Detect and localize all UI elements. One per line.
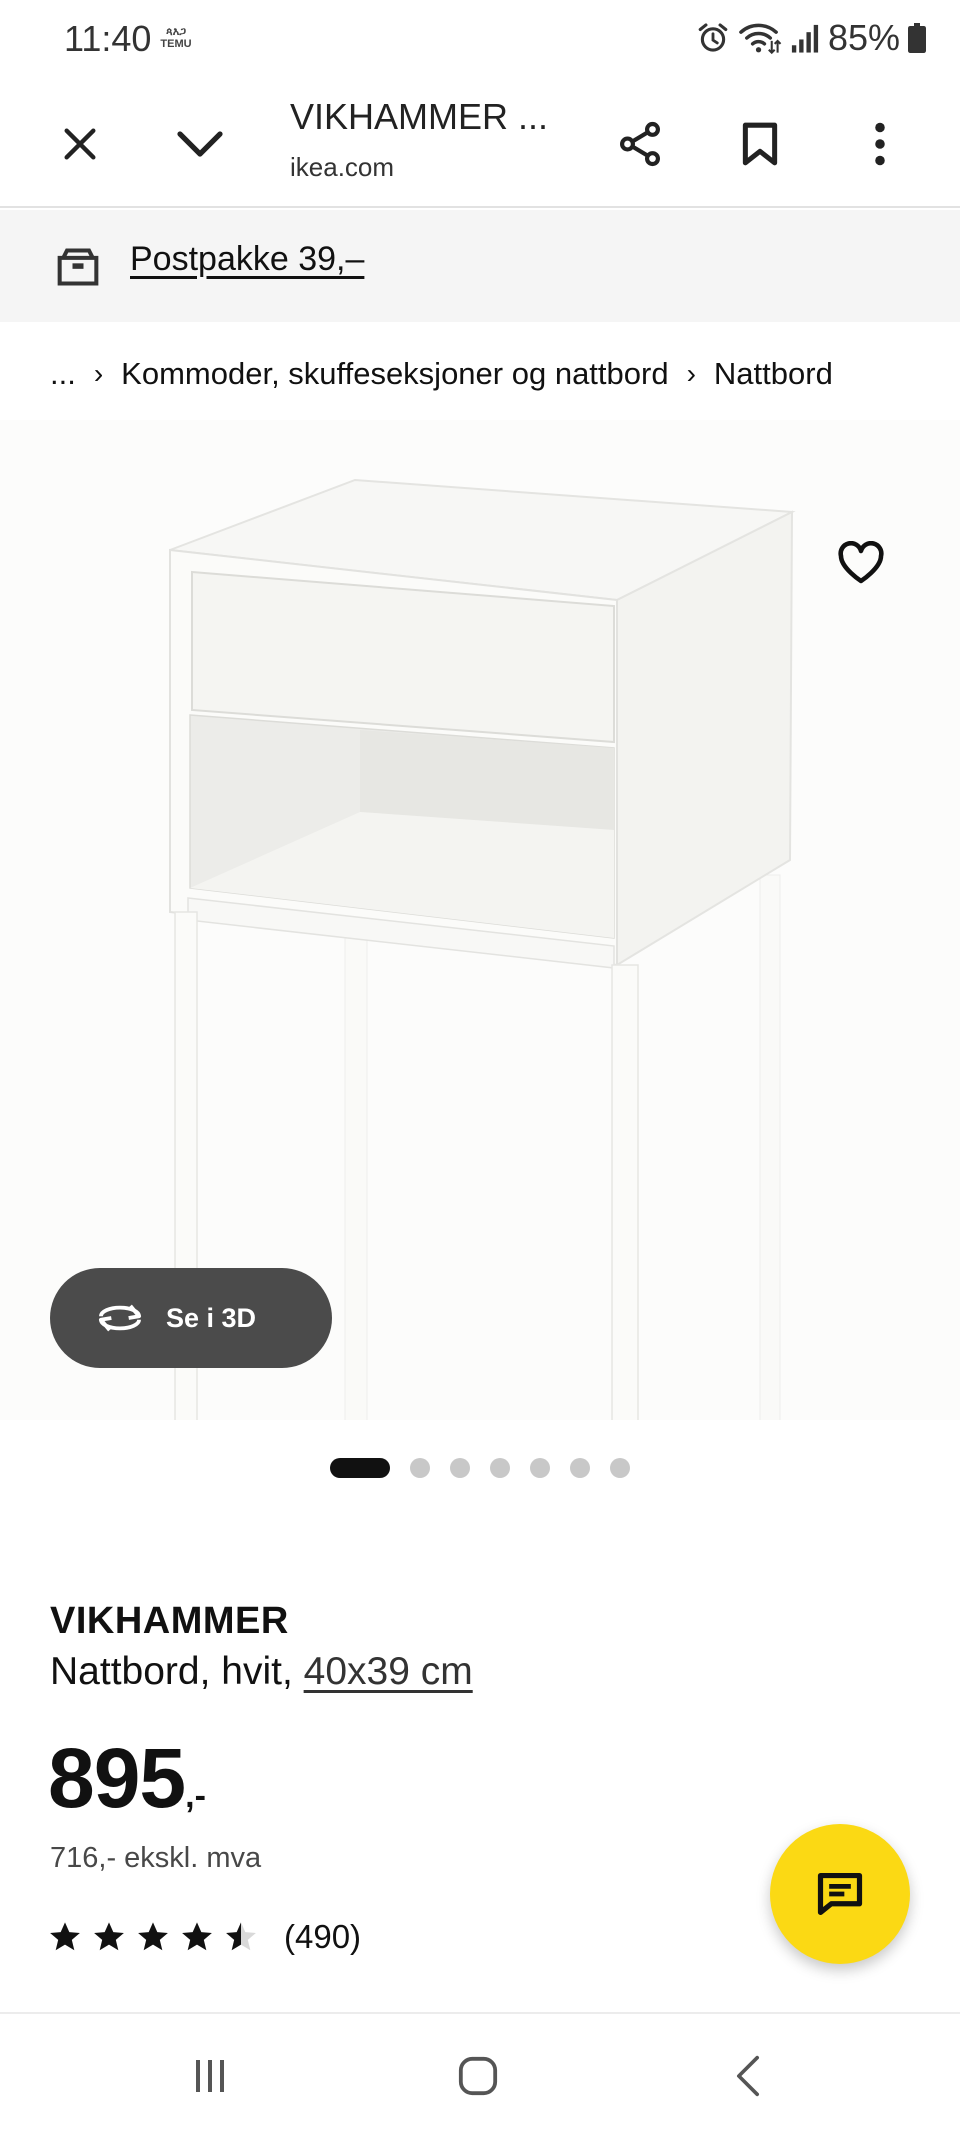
star-full-icon xyxy=(182,1922,212,1951)
battery-icon xyxy=(908,23,926,53)
price-suffix: ,- xyxy=(185,1777,206,1815)
view-in-3d-button[interactable]: Se i 3D xyxy=(50,1268,332,1368)
carousel-dot-2[interactable] xyxy=(410,1458,430,1478)
product-type: Nattbord, hvit, xyxy=(50,1650,293,1693)
share-icon xyxy=(620,121,660,167)
recent-apps-icon xyxy=(196,2060,224,2092)
minimize-button[interactable] xyxy=(164,108,236,180)
product-rating[interactable]: (490) xyxy=(48,1918,361,1956)
system-navigation-bar xyxy=(0,2012,960,2133)
battery-percentage: 85% xyxy=(827,17,900,58)
carousel-dot-4[interactable] xyxy=(490,1458,510,1478)
recent-apps-button[interactable] xyxy=(170,2044,250,2108)
status-bar: 11:40 ጳእጋ TEMU 85% xyxy=(0,0,960,80)
close-tab-button[interactable] xyxy=(44,108,116,180)
signal-icon xyxy=(791,24,819,53)
back-button[interactable] xyxy=(708,2044,788,2108)
product-description: Nattbord, hvit, 40x39 cm xyxy=(50,1650,473,1694)
box-icon xyxy=(56,246,100,293)
bookmark-button[interactable] xyxy=(724,108,796,180)
breadcrumb: ... › Kommoder, skuffeseksjoner og nattb… xyxy=(50,356,833,392)
carousel-dot-5[interactable] xyxy=(530,1458,550,1478)
chat-icon xyxy=(817,1872,863,1916)
star-full-icon xyxy=(50,1922,80,1951)
breadcrumb-item-dressers[interactable]: Kommoder, skuffeseksjoner og nattbord xyxy=(121,356,668,392)
back-icon xyxy=(736,2055,759,2097)
carousel-dot-1[interactable] xyxy=(330,1458,390,1478)
page-title[interactable]: VIKHAMMER ... xyxy=(290,96,548,138)
more-options-button[interactable] xyxy=(844,108,916,180)
product-size-link[interactable]: 40x39 cm xyxy=(304,1650,473,1693)
more-vert-icon xyxy=(875,122,885,166)
temu-notification-icon: ጳእጋ TEMU xyxy=(160,26,192,50)
price-ex-vat: 716,- ekskl. mva xyxy=(50,1842,262,1874)
share-button[interactable] xyxy=(604,108,676,180)
bookmark-icon xyxy=(742,122,778,166)
rotate-3d-icon xyxy=(99,1304,141,1332)
chevron-right-icon: › xyxy=(93,358,104,389)
rating-count[interactable]: (490) xyxy=(284,1918,361,1956)
star-full-icon xyxy=(94,1922,124,1951)
product-price: 895,- xyxy=(48,1730,206,1827)
status-indicators: 85% xyxy=(696,16,926,60)
star-half-icon xyxy=(226,1922,256,1951)
chat-button[interactable] xyxy=(770,1824,910,1964)
alarm-icon xyxy=(698,23,728,52)
carousel-dot-7[interactable] xyxy=(610,1458,630,1478)
home-button[interactable] xyxy=(438,2044,518,2108)
breadcrumb-item-ellipsis[interactable]: ... xyxy=(50,356,76,392)
carousel-dot-6[interactable] xyxy=(570,1458,590,1478)
heart-icon xyxy=(838,541,884,584)
wifi-icon xyxy=(739,23,782,55)
breadcrumb-item-nightstands[interactable]: Nattbord xyxy=(714,356,833,392)
price-amount: 895 xyxy=(48,1731,186,1825)
close-icon xyxy=(64,128,96,160)
page-domain[interactable]: ikea.com xyxy=(290,152,394,183)
star-full-icon xyxy=(138,1922,168,1951)
browser-toolbar: VIKHAMMER ... ikea.com xyxy=(0,80,960,208)
delivery-banner: Postpakke 39,– xyxy=(0,210,960,322)
home-icon xyxy=(458,2056,498,2096)
carousel-dot-3[interactable] xyxy=(450,1458,470,1478)
chevron-right-icon: › xyxy=(686,358,696,389)
image-carousel-indicator xyxy=(330,1458,630,1478)
status-time: 11:40 xyxy=(64,18,152,59)
favourite-button[interactable] xyxy=(826,528,896,598)
chevron-down-icon xyxy=(177,131,223,157)
delivery-link[interactable]: Postpakke 39,– xyxy=(130,240,364,279)
view-in-3d-label: Se i 3D xyxy=(166,1302,257,1333)
product-name: VIKHAMMER xyxy=(50,1600,289,1642)
